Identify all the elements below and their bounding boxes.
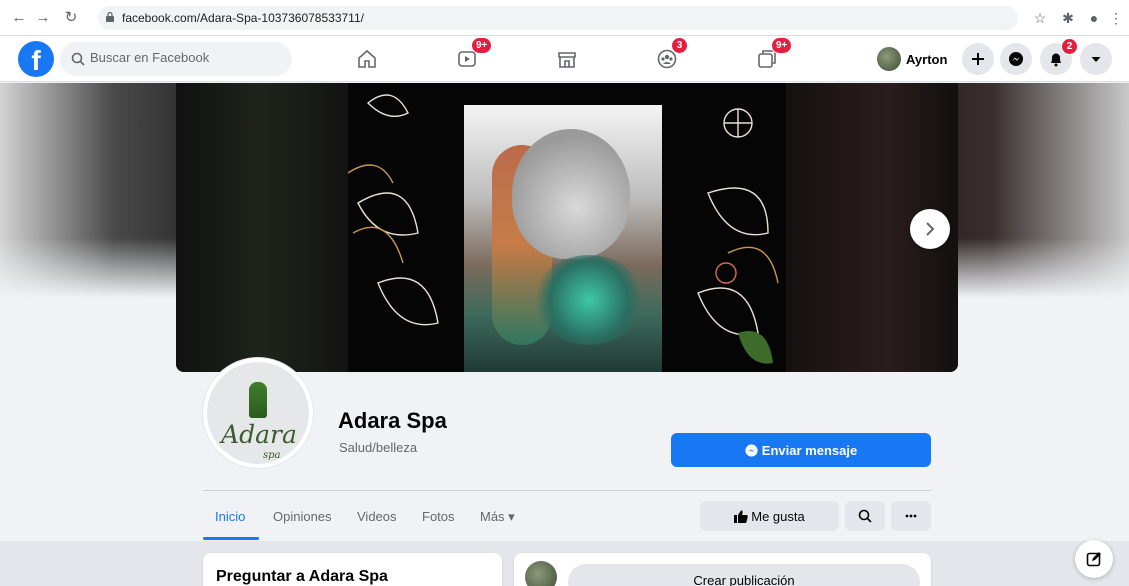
create-button[interactable] bbox=[962, 43, 994, 75]
more-options-button[interactable] bbox=[891, 501, 931, 531]
nav-watch[interactable]: 9+ bbox=[437, 37, 497, 76]
send-message-button[interactable]: Enviar mensaje bbox=[671, 433, 931, 467]
account-menu-button[interactable] bbox=[1080, 43, 1112, 75]
logo-text: Adara bbox=[221, 420, 297, 449]
portrait-face bbox=[512, 129, 630, 259]
cover-edge-left bbox=[176, 83, 348, 372]
notifications-button[interactable]: 2 bbox=[1040, 38, 1078, 75]
bell-icon bbox=[1051, 53, 1061, 67]
nav-gaming[interactable]: 9+ bbox=[737, 37, 797, 76]
search-icon bbox=[858, 509, 872, 523]
messenger-button[interactable] bbox=[1000, 43, 1032, 75]
tab-videos[interactable]: Videos bbox=[357, 509, 397, 524]
like-label: Me gusta bbox=[751, 509, 805, 524]
facebook-header: f 9+ 3 9+ Ayrton 2 bbox=[0, 36, 1129, 82]
caret-down-icon bbox=[1091, 57, 1101, 62]
notifications-badge: 2 bbox=[1061, 38, 1078, 55]
back-arrow-icon[interactable]: ← bbox=[10, 8, 28, 28]
menu-dots-icon[interactable]: ⋮ bbox=[1106, 8, 1126, 28]
lock-icon bbox=[106, 12, 114, 22]
tab-opiniones[interactable]: Opiniones bbox=[273, 509, 332, 524]
extensions-icon[interactable]: ✱ bbox=[1058, 8, 1078, 28]
chevron-right-icon bbox=[926, 222, 935, 236]
bookmark-star-icon[interactable]: ☆ bbox=[1030, 8, 1050, 28]
page-category: Salud/belleza bbox=[339, 440, 418, 455]
portrait-glow bbox=[534, 255, 644, 345]
active-tab-indicator bbox=[203, 537, 259, 540]
plus-icon bbox=[972, 53, 984, 65]
forward-arrow-icon[interactable]: → bbox=[34, 8, 52, 28]
url-text: facebook.com/Adara-Spa-103736078533711/ bbox=[122, 11, 364, 25]
ask-page-card: Preguntar a Adara Spa bbox=[203, 553, 502, 586]
browser-toolbar: ← → ↻ facebook.com/Adara-Spa-10373607853… bbox=[0, 0, 1129, 36]
home-icon bbox=[358, 49, 376, 68]
avatar bbox=[525, 561, 557, 586]
messenger-icon bbox=[1009, 52, 1023, 66]
ellipsis-icon bbox=[905, 514, 917, 518]
create-post-card: Crear publicación bbox=[514, 553, 931, 586]
create-post-label: Crear publicación bbox=[693, 573, 795, 586]
nav-groups[interactable]: 3 bbox=[637, 37, 697, 76]
facebook-logo-icon[interactable]: f bbox=[18, 41, 54, 77]
header-divider bbox=[203, 490, 931, 491]
plant-logo-icon bbox=[249, 382, 267, 418]
cover-portrait bbox=[464, 105, 662, 372]
reload-icon[interactable]: ↻ bbox=[62, 8, 80, 28]
create-post-button[interactable]: Crear publicación bbox=[568, 564, 920, 586]
page-title: Adara Spa bbox=[338, 408, 447, 433]
watch-badge: 9+ bbox=[471, 37, 493, 54]
like-page-button[interactable]: Me gusta bbox=[700, 501, 839, 531]
tab-fotos[interactable]: Fotos bbox=[422, 509, 455, 524]
user-name: Ayrton bbox=[906, 52, 948, 67]
tab-inicio[interactable]: Inicio bbox=[215, 509, 245, 524]
cover-photo[interactable] bbox=[176, 83, 958, 372]
search-page-button[interactable] bbox=[845, 501, 885, 531]
address-bar[interactable]: facebook.com/Adara-Spa-103736078533711/ bbox=[98, 6, 1018, 30]
search-input[interactable] bbox=[90, 50, 280, 65]
nav-home[interactable] bbox=[337, 42, 397, 76]
nav-marketplace[interactable] bbox=[537, 42, 597, 76]
compose-icon bbox=[1086, 552, 1101, 567]
thumbs-up-icon bbox=[734, 510, 749, 523]
marketplace-icon bbox=[558, 52, 576, 68]
profile-chip[interactable]: Ayrton bbox=[874, 43, 954, 75]
avatar bbox=[877, 47, 901, 71]
send-message-label: Enviar mensaje bbox=[761, 443, 858, 458]
groups-badge: 3 bbox=[671, 37, 688, 54]
profile-icon[interactable]: ● bbox=[1084, 8, 1104, 28]
search-icon bbox=[71, 52, 85, 66]
logo-subtext: spa bbox=[263, 450, 281, 461]
page-profile-picture[interactable]: Adara spa bbox=[203, 358, 313, 468]
tab-more[interactable]: Más ▾ bbox=[480, 509, 515, 525]
gaming-badge: 9+ bbox=[771, 37, 793, 54]
next-photo-button[interactable] bbox=[910, 209, 950, 249]
ask-page-title: Preguntar a Adara Spa bbox=[216, 568, 388, 585]
messenger-icon bbox=[745, 444, 758, 457]
search-box[interactable] bbox=[60, 42, 292, 76]
new-message-button[interactable] bbox=[1075, 540, 1113, 578]
